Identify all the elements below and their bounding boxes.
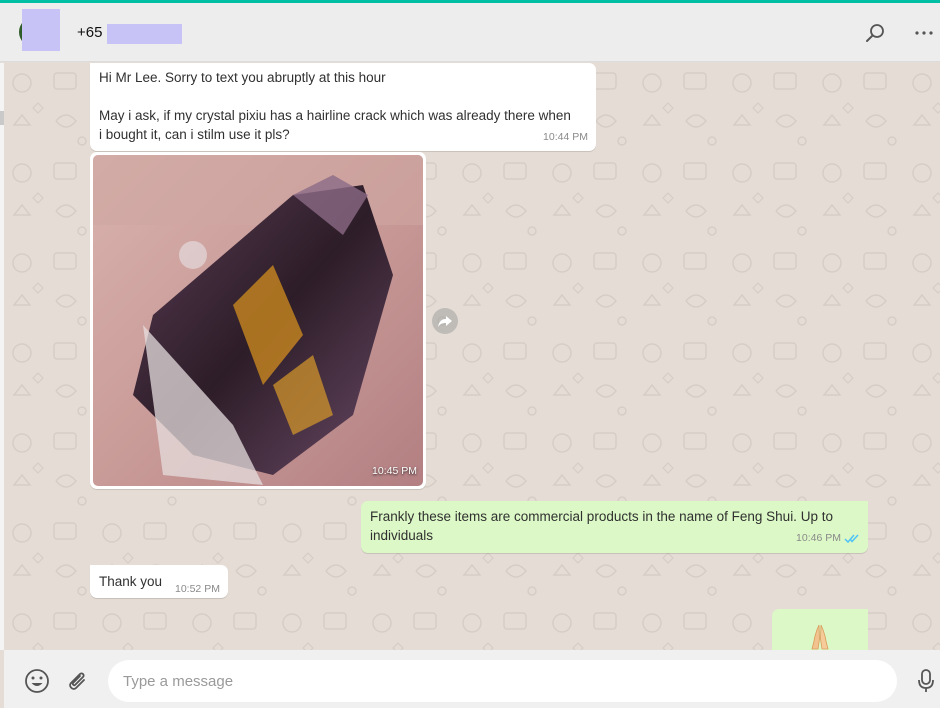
chat-area[interactable]: Hi Mr Lee. Sorry to text you abruptly at… — [4, 63, 940, 650]
outgoing-message[interactable]: Frankly these items are commercial produ… — [361, 501, 868, 553]
message-time: 10:46 PM — [796, 532, 841, 544]
avatar[interactable] — [22, 9, 60, 51]
crystal-pixiu-photo[interactable] — [93, 155, 423, 486]
paperclip-icon[interactable] — [64, 668, 90, 694]
contact-name[interactable]: +65 — [77, 24, 102, 41]
composer-bar — [4, 650, 940, 708]
message-text: Thank you — [99, 574, 163, 589]
forward-icon[interactable] — [432, 308, 458, 334]
incoming-message[interactable]: Thank you 10:52 PM — [90, 565, 228, 598]
message-meta: 10:46 PM — [796, 529, 860, 548]
message-text-blank — [99, 87, 587, 106]
contact-name-redacted — [107, 24, 182, 44]
message-text: May i ask, if my crystal pixiu has a hai… — [99, 108, 571, 123]
microphone-icon[interactable] — [916, 668, 940, 694]
message-input[interactable] — [108, 660, 897, 702]
message-text: i bought it, can i stilm use it pls? — [99, 127, 290, 142]
double-check-icon — [844, 534, 859, 544]
chat-header: +65 — [0, 3, 940, 62]
image-time: 10:45 PM — [372, 465, 417, 477]
message-time: 10:52 PM — [175, 583, 220, 595]
message-time: 10:44 PM — [543, 131, 588, 143]
folded-hands-emoji — [811, 624, 829, 650]
outgoing-emoji-message[interactable] — [772, 609, 868, 650]
message-text: Hi Mr Lee. Sorry to text you abruptly at… — [99, 70, 386, 85]
more-menu-icon[interactable] — [912, 21, 936, 45]
message-text: Frankly these items are commercial produ… — [370, 509, 833, 543]
search-icon[interactable] — [863, 21, 887, 45]
incoming-image-message[interactable]: 10:45 PM — [90, 152, 426, 489]
incoming-message[interactable]: Hi Mr Lee. Sorry to text you abruptly at… — [90, 63, 596, 151]
emoji-icon[interactable] — [24, 668, 50, 694]
